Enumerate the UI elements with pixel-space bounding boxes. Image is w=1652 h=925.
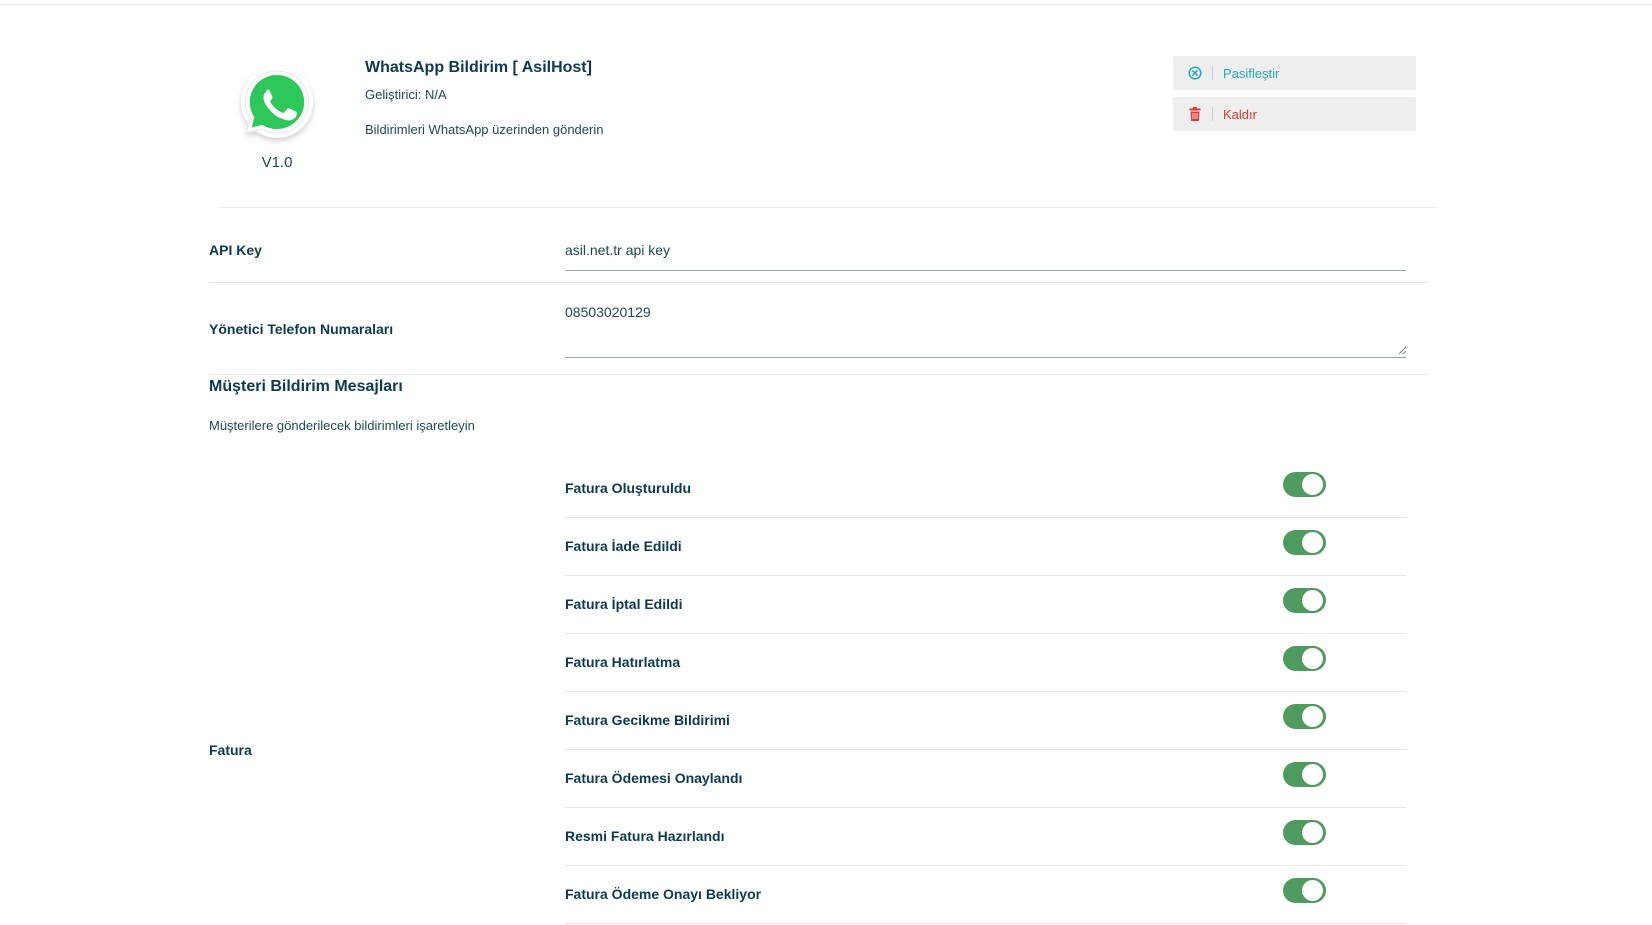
toggle-label: Fatura Ödemesi Onaylandı (565, 770, 743, 786)
button-separator (1212, 66, 1213, 80)
toggle-row: Fatura Gecikme Bildirimi (565, 692, 1406, 750)
toggle-knob (1302, 880, 1323, 901)
toggle-label: Resmi Fatura Hazırlandı (565, 828, 725, 844)
notification-toggle-switch[interactable] (1283, 762, 1326, 787)
top-border (0, 4, 1652, 5)
notification-toggle-list: Fatura Oluşturuldu Fatura İade Edildi Fa… (565, 460, 1406, 924)
header-divider (220, 207, 1436, 208)
notification-toggle-switch[interactable] (1283, 588, 1326, 613)
section-title: Müşteri Bildirim Mesajları (209, 378, 403, 395)
deactivate-circle-x-icon (1187, 65, 1203, 81)
toggle-knob (1302, 590, 1323, 611)
api-key-label: API Key (209, 242, 262, 258)
toggle-label: Fatura Gecikme Bildirimi (565, 712, 730, 728)
toggle-knob (1302, 648, 1323, 669)
admin-phones-textarea[interactable]: 08503020129 (565, 298, 1406, 358)
notification-toggle-switch[interactable] (1283, 472, 1326, 497)
toggle-knob (1302, 474, 1323, 495)
toggle-knob (1302, 822, 1323, 843)
button-separator (1212, 107, 1213, 121)
toggle-row: Fatura Hatırlatma (565, 634, 1406, 692)
plugin-version: V1.0 (261, 154, 293, 171)
row-divider (209, 282, 1428, 283)
toggle-row: Fatura İptal Edildi (565, 576, 1406, 634)
toggle-row: Resmi Fatura Hazırlandı (565, 808, 1406, 866)
toggle-label: Fatura İade Edildi (565, 538, 682, 554)
toggle-label: Fatura Oluşturuldu (565, 480, 691, 496)
plugin-developer: Geliştirici: N/A (365, 87, 447, 102)
toggle-knob (1302, 532, 1323, 553)
remove-label: Kaldır (1223, 106, 1257, 122)
notification-toggle-switch[interactable] (1283, 704, 1326, 729)
trash-icon (1187, 106, 1203, 122)
toggle-row: Fatura Oluşturuldu (565, 460, 1406, 518)
toggle-row: Fatura Ödeme Onayı Bekliyor (565, 866, 1406, 924)
toggle-label: Fatura Hatırlatma (565, 654, 681, 670)
deactivate-label: Pasifleştir (1223, 65, 1280, 81)
toggle-knob (1302, 706, 1323, 727)
toggle-label: Fatura Ödeme Onayı Bekliyor (565, 886, 762, 902)
row-divider (209, 374, 1428, 375)
resize-handle-icon[interactable] (1398, 346, 1407, 355)
toggle-row: Fatura İade Edildi (565, 518, 1406, 576)
toggle-knob (1302, 764, 1323, 785)
toggle-label: Fatura İptal Edildi (565, 596, 683, 612)
deactivate-button[interactable]: Pasifleştir (1173, 56, 1416, 90)
whatsapp-logo-icon (237, 62, 317, 142)
plugin-description: Bildirimleri WhatsApp üzerinden gönderin (365, 122, 604, 137)
section-subtitle: Müşterilere gönderilecek bildirimleri iş… (209, 418, 475, 433)
admin-phones-label: Yönetici Telefon Numaraları (209, 321, 394, 337)
invoice-group-label: Fatura (209, 742, 252, 758)
notification-toggle-switch[interactable] (1283, 820, 1326, 845)
plugin-title: WhatsApp Bildirim [ AsilHost] (365, 59, 592, 76)
notification-toggle-switch[interactable] (1283, 646, 1326, 671)
toggle-row: Fatura Ödemesi Onaylandı (565, 750, 1406, 808)
notification-toggle-switch[interactable] (1283, 530, 1326, 555)
notification-toggle-switch[interactable] (1283, 878, 1326, 903)
api-key-input[interactable] (565, 240, 1406, 271)
remove-button[interactable]: Kaldır (1173, 97, 1416, 131)
